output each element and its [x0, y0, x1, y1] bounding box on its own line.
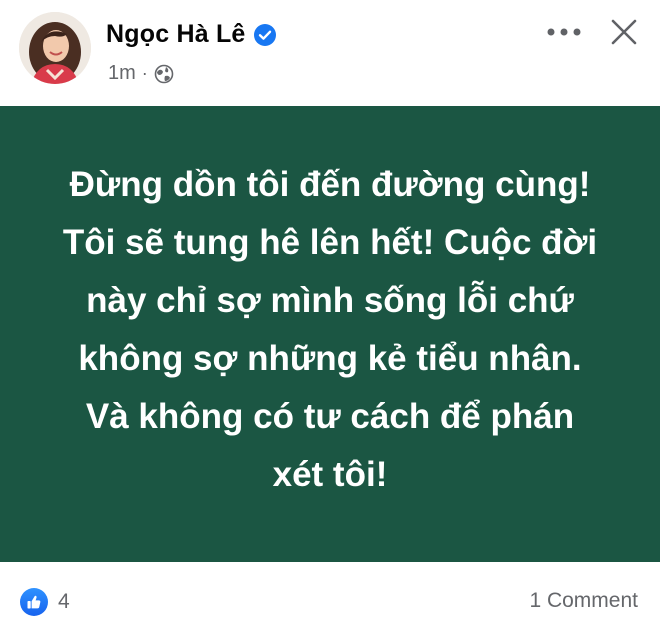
meta-separator: · [141, 63, 148, 83]
post-meta: 1m · [108, 62, 174, 85]
post-text-line: xét tôi! [272, 455, 388, 494]
verified-badge-icon [253, 23, 276, 46]
avatar-image [19, 12, 91, 84]
post-text-line: Và không có tư cách để phán [85, 397, 575, 436]
more-options-icon[interactable] [544, 18, 584, 46]
post-footer: 4 1 Comment [0, 562, 660, 635]
close-icon[interactable] [606, 14, 642, 50]
comments-link[interactable]: 1 Comment [529, 589, 638, 613]
reactions-summary[interactable]: 4 [20, 588, 70, 616]
post-timestamp[interactable]: 1m [108, 62, 136, 85]
post-text: Đừng dồn tôi đến đường cùng! Tôi sẽ tung… [30, 156, 630, 504]
post-text-line: này chỉ sợ mình sống lỗi chứ [86, 281, 574, 320]
author-name[interactable]: Ngọc Hà Lê [106, 20, 246, 49]
reaction-count: 4 [58, 590, 70, 613]
post-header: Ngọc Hà Lê 1m · [0, 0, 660, 106]
globe-icon[interactable] [154, 64, 174, 84]
facebook-post: Ngọc Hà Lê 1m · Đừng dồn tôi đến đường c… [0, 0, 660, 635]
post-text-line: Tôi sẽ tung hê lên hết! Cuộc đời [62, 223, 598, 262]
author-avatar[interactable] [19, 12, 91, 84]
post-text-line: Đừng dồn tôi đến đường cùng! [69, 165, 591, 204]
post-text-line: không sợ những kẻ tiểu nhân. [78, 339, 582, 378]
post-text-card: Đừng dồn tôi đến đường cùng! Tôi sẽ tung… [0, 106, 660, 562]
like-icon [20, 588, 48, 616]
author-name-row: Ngọc Hà Lê [106, 20, 276, 49]
